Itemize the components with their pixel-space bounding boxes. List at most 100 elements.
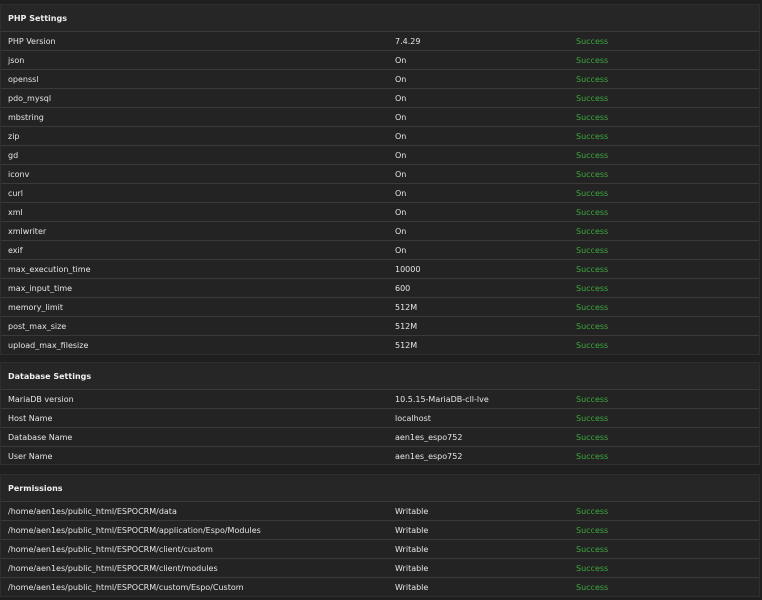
table-row: xmlwriter On Success xyxy=(1,222,759,241)
table-row: /home/aen1es/public_html/ESPOCRM/client/… xyxy=(1,540,759,559)
setting-value: On xyxy=(395,112,407,122)
setting-name: mbstring xyxy=(8,112,44,122)
setting-value: 10000 xyxy=(395,264,421,274)
status-label: Success xyxy=(576,188,609,198)
setting-value: On xyxy=(395,74,407,84)
setting-value: On xyxy=(395,207,407,217)
status-label: Success xyxy=(576,264,609,274)
setting-name: json xyxy=(8,55,25,65)
status-label: Success xyxy=(576,150,609,160)
status-label: Success xyxy=(576,55,609,65)
status-label: Success xyxy=(576,544,609,554)
setting-value: Writable xyxy=(395,506,429,516)
table-row: pdo_mysql On Success xyxy=(1,89,759,108)
setting-name: xml xyxy=(8,207,23,217)
status-label: Success xyxy=(576,341,609,350)
setting-name: openssl xyxy=(8,74,39,84)
status-label: Success xyxy=(576,321,609,331)
setting-value: On xyxy=(395,93,407,103)
table-row: /home/aen1es/public_html/ESPOCRM/data Wri… xyxy=(1,502,759,521)
table-row: Database Name aen1es_espo752 Success xyxy=(1,428,759,447)
setting-value: 512M xyxy=(395,302,418,312)
setting-name: Host Name xyxy=(8,413,53,423)
table-row: /home/aen1es/public_html/ESPOCRM/custom/… xyxy=(1,578,759,597)
setting-value: 7.4.29 xyxy=(395,36,421,46)
status-label: Success xyxy=(576,131,609,141)
table-row: Host Name localhost Success xyxy=(1,409,759,428)
status-label: Success xyxy=(576,525,609,535)
setting-value: 10.5.15-MariaDB-cll-lve xyxy=(395,394,489,404)
status-label: Success xyxy=(576,302,609,312)
table-row: mbstring On Success xyxy=(1,108,759,127)
status-label: Success xyxy=(576,506,609,516)
setting-name: upload_max_filesize xyxy=(8,341,89,350)
setting-name: curl xyxy=(8,188,23,198)
table-row: post_max_size 512M Success xyxy=(1,317,759,336)
permissions-title: Permissions xyxy=(1,475,759,502)
table-row: gd On Success xyxy=(1,146,759,165)
status-label: Success xyxy=(576,93,609,103)
setting-value: Writable xyxy=(395,544,429,554)
status-label: Success xyxy=(576,245,609,255)
setting-value: Writable xyxy=(395,583,429,592)
table-row: json On Success xyxy=(1,51,759,70)
table-row: memory_limit 512M Success xyxy=(1,298,759,317)
database-settings-title: Database Settings xyxy=(1,363,759,390)
status-label: Success xyxy=(576,583,609,592)
setting-name: iconv xyxy=(8,169,30,179)
setting-name: /home/aen1es/public_html/ESPOCRM/client/… xyxy=(8,563,218,573)
status-label: Success xyxy=(576,452,609,461)
setting-name: pdo_mysql xyxy=(8,93,52,103)
status-label: Success xyxy=(576,394,609,404)
setting-value: Writable xyxy=(395,525,429,535)
table-row: iconv On Success xyxy=(1,165,759,184)
setting-name: /home/aen1es/public_html/ESPOCRM/client/… xyxy=(8,544,213,554)
table-row: PHP Version 7.4.29 Success xyxy=(1,32,759,51)
setting-name: gd xyxy=(8,150,19,160)
setting-name: MariaDB version xyxy=(8,394,74,404)
status-label: Success xyxy=(576,74,609,84)
status-label: Success xyxy=(576,413,609,423)
php-settings-title: PHP Settings xyxy=(1,5,759,32)
table-row: curl On Success xyxy=(1,184,759,203)
table-row: /home/aen1es/public_html/ESPOCRM/client/… xyxy=(1,559,759,578)
status-label: Success xyxy=(576,207,609,217)
setting-name: xmlwriter xyxy=(8,226,47,236)
database-settings-panel: Database Settings MariaDB version 10.5.15… xyxy=(0,362,760,465)
setting-name: zip xyxy=(8,131,20,141)
table-row: User Name aen1es_espo752 Success xyxy=(1,447,759,466)
status-label: Success xyxy=(576,169,609,179)
status-label: Success xyxy=(576,432,609,442)
setting-value: On xyxy=(395,169,407,179)
setting-value: On xyxy=(395,226,407,236)
table-row: MariaDB version 10.5.15-MariaDB-cll-lve Su… xyxy=(1,390,759,409)
setting-value: 512M xyxy=(395,321,418,331)
setting-value: 600 xyxy=(395,283,411,293)
setting-name: /home/aen1es/public_html/ESPOCRM/custom/… xyxy=(8,583,244,592)
status-label: Success xyxy=(576,283,609,293)
setting-name: memory_limit xyxy=(8,302,64,312)
setting-value: 512M xyxy=(395,341,418,350)
table-row: exif On Success xyxy=(1,241,759,260)
setting-name: User Name xyxy=(8,452,53,461)
table-row: max_execution_time 10000 Success xyxy=(1,260,759,279)
setting-value: Writable xyxy=(395,563,429,573)
table-row: zip On Success xyxy=(1,127,759,146)
status-label: Success xyxy=(576,563,609,573)
status-label: Success xyxy=(576,226,609,236)
setting-name: post_max_size xyxy=(8,321,67,331)
setting-value: On xyxy=(395,245,407,255)
table-row: upload_max_filesize 512M Success xyxy=(1,336,759,355)
setting-value: On xyxy=(395,55,407,65)
setting-value: On xyxy=(395,150,407,160)
setting-name: /home/aen1es/public_html/ESPOCRM/data xyxy=(8,506,177,516)
setting-name: max_input_time xyxy=(8,283,73,293)
permissions-panel: Permissions /home/aen1es/public_html/ESP… xyxy=(0,474,760,597)
table-row: openssl On Success xyxy=(1,70,759,89)
database-settings-table: MariaDB version 10.5.15-MariaDB-cll-lve Su… xyxy=(1,390,759,466)
setting-value: On xyxy=(395,131,407,141)
system-requirements-page: PHP Settings PHP Version 7.4.29 Success jso… xyxy=(0,0,762,600)
setting-name: Database Name xyxy=(8,432,73,442)
setting-value: aen1es_espo752 xyxy=(395,452,463,461)
setting-value: localhost xyxy=(395,413,431,423)
